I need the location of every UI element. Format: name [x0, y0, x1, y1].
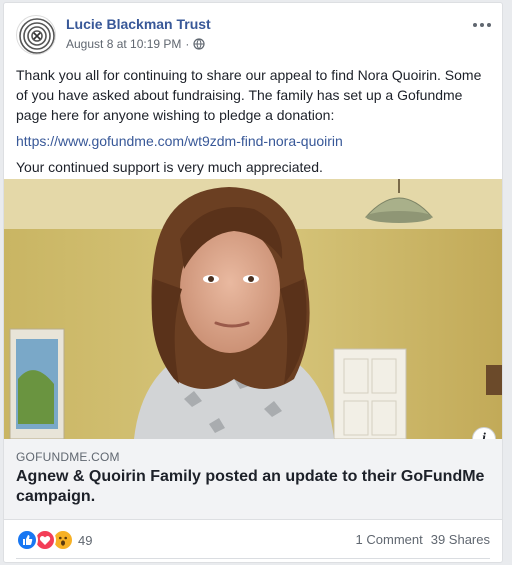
reaction-count: 49 — [78, 532, 93, 548]
post-timestamp[interactable]: August 8 at 10:19 PM — [66, 37, 181, 51]
link-preview-image[interactable]: i — [4, 179, 502, 439]
page-avatar[interactable] — [16, 15, 56, 55]
meta-separator: · — [185, 37, 190, 51]
post-header: Lucie Blackman Trust August 8 at 10:19 P… — [16, 15, 492, 57]
comments-count-link[interactable]: 1 Comment — [356, 532, 423, 547]
globe-icon[interactable] — [193, 38, 206, 50]
gofundme-link[interactable]: https://www.gofundme.com/wt9zdm-find-nor… — [16, 133, 343, 149]
reactions-summary[interactable]: 49 — [16, 529, 92, 551]
page-name-link[interactable]: Lucie Blackman Trust — [66, 16, 211, 32]
more-dot — [473, 23, 477, 27]
preview-domain: GOFUNDME.COM — [16, 450, 120, 464]
more-options-icon[interactable] — [472, 19, 492, 31]
post-paragraph: Your continued support is very much appr… — [16, 159, 323, 175]
more-dot — [480, 23, 484, 27]
girl-photo — [4, 179, 502, 439]
like-icon — [16, 529, 38, 551]
link-preview[interactable]: GOFUNDME.COM Agnew & Quoirin Family post… — [4, 439, 502, 520]
post-card: Lucie Blackman Trust August 8 at 10:19 P… — [3, 2, 503, 563]
shares-count-link[interactable]: 39 Shares — [431, 532, 490, 547]
post-meta: August 8 at 10:19 PM · — [66, 37, 206, 51]
trust-logo-icon — [19, 18, 55, 54]
post-footer: 49 1 Comment 39 Shares — [4, 523, 502, 559]
post-paragraph: Thank you all for continuing to share ou… — [16, 67, 482, 123]
post-text: Thank you all for continuing to share ou… — [16, 65, 494, 183]
preview-title[interactable]: Agnew & Quoirin Family posted an update … — [16, 467, 486, 507]
footer-divider — [16, 558, 490, 559]
engagement-counts: 1 Comment 39 Shares — [356, 532, 490, 547]
more-dot — [487, 23, 491, 27]
